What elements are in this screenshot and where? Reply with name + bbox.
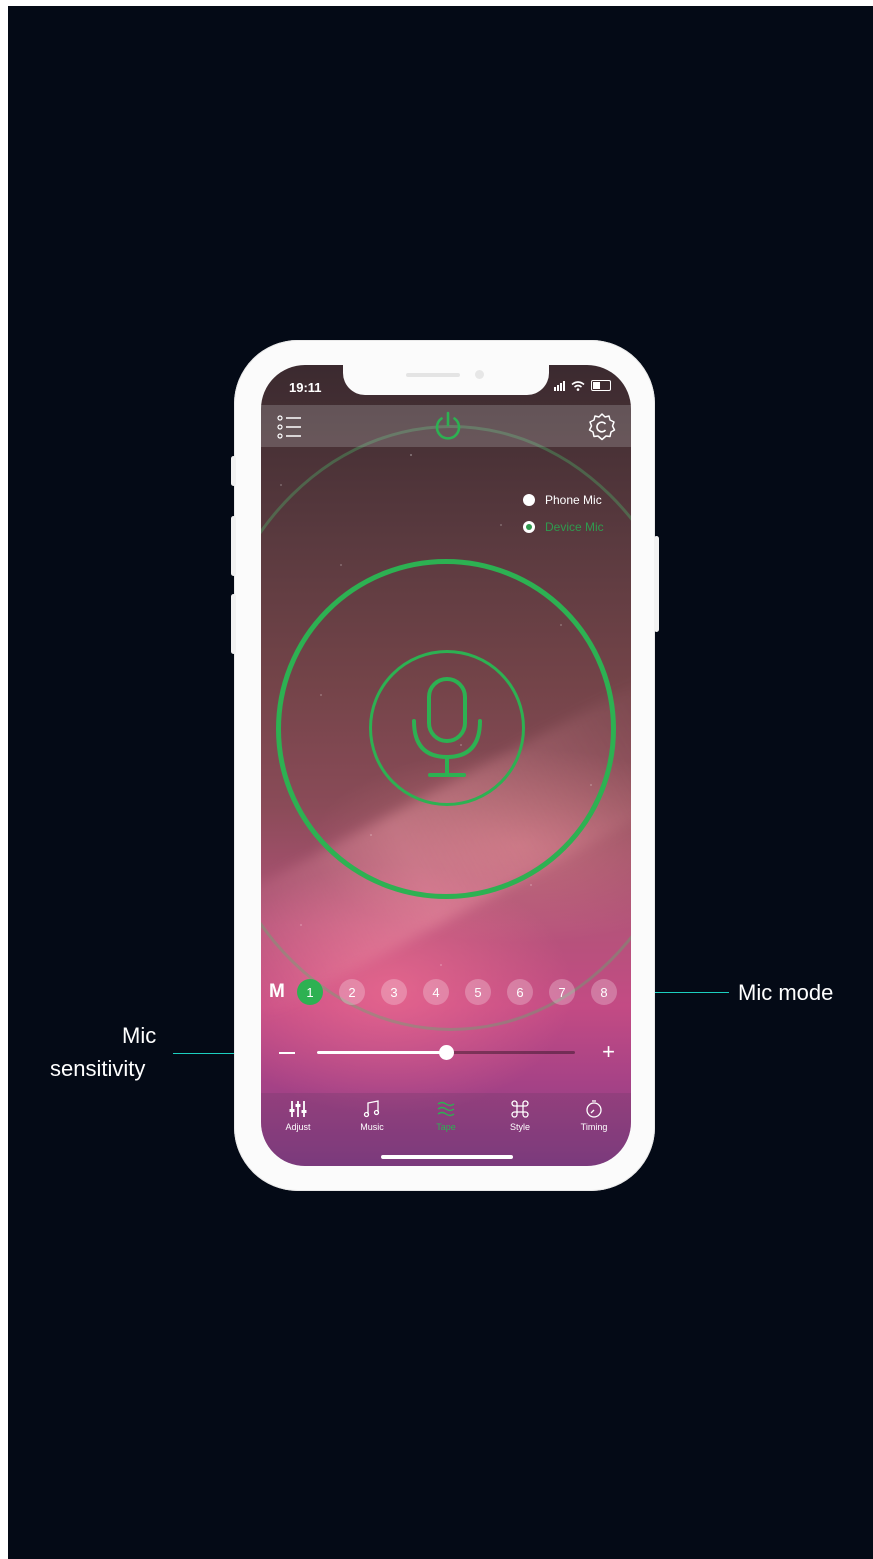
mode-button-3[interactable]: 3	[381, 979, 407, 1005]
tab-tape-label: Tape	[436, 1122, 456, 1132]
top-bar	[261, 405, 631, 447]
signal-icon	[554, 380, 565, 391]
microphone-icon[interactable]	[404, 675, 490, 781]
menu-list-icon[interactable]	[277, 415, 303, 439]
status-bar: 19:11	[261, 365, 631, 405]
battery-icon	[591, 380, 611, 391]
wifi-icon	[571, 380, 585, 391]
sensitivity-slider-row: +	[261, 1040, 631, 1064]
wave-icon	[437, 1101, 455, 1117]
radio-device-mic[interactable]	[523, 521, 535, 533]
equalizer-icon	[289, 1101, 307, 1117]
mode-button-7[interactable]: 7	[549, 979, 575, 1005]
tab-tape[interactable]: Tape	[409, 1099, 483, 1132]
sensitivity-decrease-button[interactable]	[279, 1052, 295, 1054]
mode-label: M	[269, 981, 285, 1002]
phone-side-button	[231, 456, 236, 486]
mic-option-phone-label: Phone Mic	[545, 493, 602, 507]
sensitivity-slider-thumb[interactable]	[439, 1045, 454, 1060]
phone-volume-up	[231, 516, 236, 576]
tab-timing-label: Timing	[580, 1122, 608, 1132]
mode-button-2[interactable]: 2	[339, 979, 365, 1005]
tab-music-label: Music	[360, 1122, 384, 1132]
front-camera	[475, 370, 484, 379]
mic-option-device[interactable]: Device Mic	[523, 520, 604, 534]
phone-power-button	[654, 536, 659, 632]
mic-option-device-label: Device Mic	[545, 520, 604, 534]
sensitivity-slider-fill	[317, 1051, 446, 1054]
settings-gear-icon[interactable]	[587, 412, 617, 442]
status-time: 19:11	[289, 380, 322, 395]
power-icon[interactable]	[431, 409, 465, 443]
mode-button-5[interactable]: 5	[465, 979, 491, 1005]
phone-notch	[343, 365, 549, 395]
radio-phone-mic[interactable]	[523, 494, 535, 506]
mic-mode-row: M 1 2 3 4 5 6 7 8	[269, 977, 625, 1007]
annotation-mic-sensitivity-line2: sensitivity	[50, 1056, 146, 1081]
mode-button-6[interactable]: 6	[507, 979, 533, 1005]
app-screen: 19:11 Phone Mic Device Mic M 1 2 3 4 5 6…	[261, 365, 631, 1166]
speaker-grille	[406, 373, 460, 377]
sensitivity-slider-track[interactable]	[317, 1045, 575, 1060]
tab-style-label: Style	[509, 1122, 530, 1132]
tab-style[interactable]: Style	[483, 1099, 557, 1132]
command-icon	[511, 1100, 529, 1118]
sensitivity-increase-button[interactable]: +	[602, 1041, 615, 1063]
tab-timing[interactable]: Timing	[557, 1099, 631, 1132]
mode-button-8[interactable]: 8	[591, 979, 617, 1005]
mode-button-1[interactable]: 1	[297, 979, 323, 1005]
home-indicator[interactable]	[381, 1155, 513, 1159]
mic-option-phone[interactable]: Phone Mic	[523, 493, 602, 507]
annotation-mic-mode: Mic mode	[738, 980, 834, 1005]
tab-adjust-label: Adjust	[285, 1122, 311, 1132]
tab-adjust[interactable]: Adjust	[261, 1099, 335, 1132]
mode-button-4[interactable]: 4	[423, 979, 449, 1005]
bottom-tab-bar: Adjust Music Tape Style Timing	[261, 1093, 631, 1166]
annotation-mic-sensitivity-line1: Mic	[122, 1023, 157, 1048]
music-note-icon	[363, 1100, 380, 1118]
status-icons	[554, 380, 611, 391]
timer-icon	[586, 1100, 602, 1118]
phone-volume-down	[231, 594, 236, 654]
tab-music[interactable]: Music	[335, 1099, 409, 1132]
